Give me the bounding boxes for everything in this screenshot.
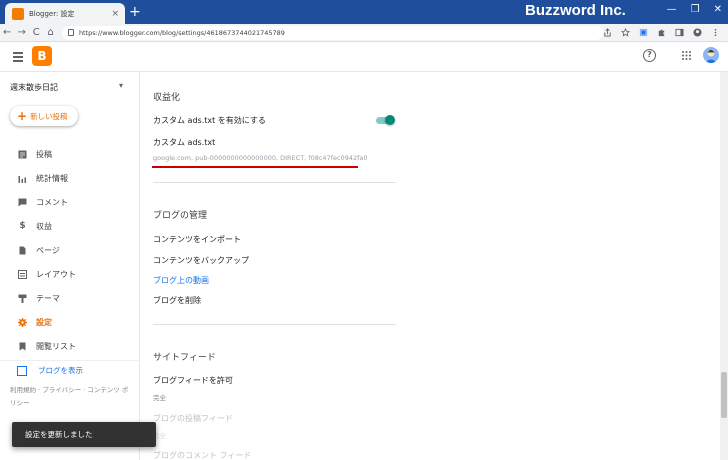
sidebar-item-label: 閲覧リスト xyxy=(36,341,76,351)
scrollbar-thumb[interactable] xyxy=(721,372,727,418)
comments-icon xyxy=(18,198,27,206)
brand-watermark: Buzzword Inc. xyxy=(525,2,626,19)
sidebar: 週末散歩日記 ▾ + 新しい投稿 投稿 統計情報 コメント $ 収益 ページ レ… xyxy=(0,72,140,460)
section-divider xyxy=(153,324,396,325)
close-window-button[interactable]: ✕ xyxy=(714,4,722,15)
apps-grid-icon[interactable] xyxy=(682,51,691,60)
earnings-icon: $ xyxy=(19,220,26,231)
settings-panel: 収益化 カスタム ads.txt を有効にする カスタム ads.txt goo… xyxy=(140,72,720,460)
blogger-logo[interactable]: B xyxy=(32,46,52,66)
browser-toolbar-icons xyxy=(603,28,720,37)
sidebar-item-layout[interactable]: レイアウト xyxy=(0,264,140,284)
reading-list-icon xyxy=(19,342,26,350)
footer-links[interactable]: 利用規約 · プライバシー · コンテンツ ポリシー xyxy=(10,384,130,410)
account-avatar[interactable] xyxy=(703,47,719,63)
share-icon[interactable] xyxy=(603,28,612,37)
browser-toolbar: ← → C ⌂ https://www.blogger.com/blog/set… xyxy=(0,24,728,42)
theme-icon xyxy=(18,294,27,303)
sidebar-item-theme[interactable]: テーマ xyxy=(0,288,140,308)
tab-close-icon[interactable]: × xyxy=(111,9,119,19)
sidebar-item-label: 設定 xyxy=(36,317,52,327)
browser-tab[interactable]: Blogger: 設定 × xyxy=(5,3,125,24)
highlight-underline xyxy=(152,166,358,168)
reload-button[interactable]: C xyxy=(29,27,43,38)
view-blog-link[interactable]: ブログを表示 xyxy=(0,360,140,380)
snackbar-toast: 設定を更新しました xyxy=(12,422,156,447)
sidebar-item-settings[interactable]: 設定 xyxy=(0,312,140,332)
sidebar-item-pages[interactable]: ページ xyxy=(0,240,140,260)
comment-feed-item[interactable]: ブログのコメント フィード xyxy=(153,450,251,460)
sidebar-item-stats[interactable]: 統計情報 xyxy=(0,168,140,188)
profile-icon[interactable] xyxy=(693,28,702,37)
sidebar-item-label: 投稿 xyxy=(36,149,52,159)
stats-icon xyxy=(18,175,26,183)
hamburger-menu-icon[interactable] xyxy=(13,52,23,64)
lock-icon xyxy=(67,29,74,36)
sidebar-item-label: 統計情報 xyxy=(36,173,68,183)
sidepanel-icon[interactable] xyxy=(675,28,684,37)
delete-blog-item[interactable]: ブログを削除 xyxy=(153,295,201,306)
plus-icon: + xyxy=(17,109,28,123)
sidebar-item-earnings[interactable]: $ 収益 xyxy=(0,216,140,236)
window-controls: — ❐ ✕ xyxy=(667,4,722,15)
allow-feed-value: 完全 xyxy=(153,394,166,402)
browser-titlebar: Blogger: 設定 × + Buzzword Inc. — ❐ ✕ xyxy=(0,0,728,24)
address-bar[interactable]: https://www.blogger.com/blog/settings/46… xyxy=(61,25,603,40)
puzzle-icon[interactable] xyxy=(657,28,666,37)
toggle-thumb xyxy=(385,115,395,125)
sidebar-item-posts[interactable]: 投稿 xyxy=(0,144,140,164)
forward-button[interactable]: → xyxy=(14,27,28,38)
backup-content-item[interactable]: コンテンツをバックアップ xyxy=(153,255,249,266)
blogger-favicon-icon xyxy=(12,7,24,20)
sidebar-item-label: コメント xyxy=(36,197,68,207)
external-link-icon xyxy=(17,365,27,376)
pages-icon xyxy=(19,246,26,254)
section-title-site-feed: サイトフィード xyxy=(153,353,216,363)
new-tab-button[interactable]: + xyxy=(129,4,141,20)
bookmark-star-icon[interactable] xyxy=(621,28,630,37)
custom-ads-label[interactable]: カスタム ads.txt xyxy=(153,137,215,148)
layout-icon xyxy=(18,269,27,279)
section-divider xyxy=(153,182,396,183)
custom-ads-toggle-label[interactable]: カスタム ads.txt を有効にする xyxy=(153,115,266,126)
toast-message: 設定を更新しました xyxy=(25,430,93,439)
blog-videos-link[interactable]: ブログ上の動画 xyxy=(153,275,209,286)
sidebar-item-label: ページ xyxy=(36,245,60,255)
sidebar-item-reading-list[interactable]: 閲覧リスト xyxy=(0,336,140,356)
back-button[interactable]: ← xyxy=(0,27,14,38)
custom-ads-toggle[interactable] xyxy=(376,115,396,125)
settings-icon xyxy=(18,317,27,327)
sidebar-item-comments[interactable]: コメント xyxy=(0,192,140,212)
extension-icon[interactable] xyxy=(639,28,648,37)
new-post-button[interactable]: + 新しい投稿 xyxy=(10,106,78,126)
maximize-button[interactable]: ❐ xyxy=(691,4,700,15)
new-post-label: 新しい投稿 xyxy=(30,111,68,121)
tab-title: Blogger: 設定 xyxy=(29,9,75,18)
blogger-app-bar: B ? xyxy=(0,42,728,72)
allow-feed-item[interactable]: ブログフィードを許可 xyxy=(153,375,233,386)
home-button[interactable]: ⌂ xyxy=(43,27,57,38)
sidebar-item-label: 収益 xyxy=(36,221,52,231)
post-feed-item[interactable]: ブログの投稿フィード xyxy=(153,413,233,424)
section-title-blog-management: ブログの管理 xyxy=(153,211,208,221)
import-content-item[interactable]: コンテンツをインポート xyxy=(153,234,241,245)
custom-ads-value[interactable]: google.com, pub-0000000000000000, DIRECT… xyxy=(153,154,368,162)
section-title-monetization: 収益化 xyxy=(153,93,181,103)
posts-icon xyxy=(18,150,27,158)
chevron-down-icon[interactable]: ▾ xyxy=(119,81,123,90)
sidebar-item-label: レイアウト xyxy=(36,269,76,279)
minimize-button[interactable]: — xyxy=(667,4,677,15)
page-scrollbar[interactable] xyxy=(720,72,728,460)
blog-selector[interactable]: 週末散歩日記 xyxy=(10,82,58,93)
url-text: https://www.blogger.com/blog/settings/46… xyxy=(78,28,285,37)
view-blog-label: ブログを表示 xyxy=(38,366,83,375)
sidebar-item-label: テーマ xyxy=(36,293,60,303)
help-icon[interactable]: ? xyxy=(643,49,656,62)
menu-kebab-icon[interactable] xyxy=(711,28,720,37)
